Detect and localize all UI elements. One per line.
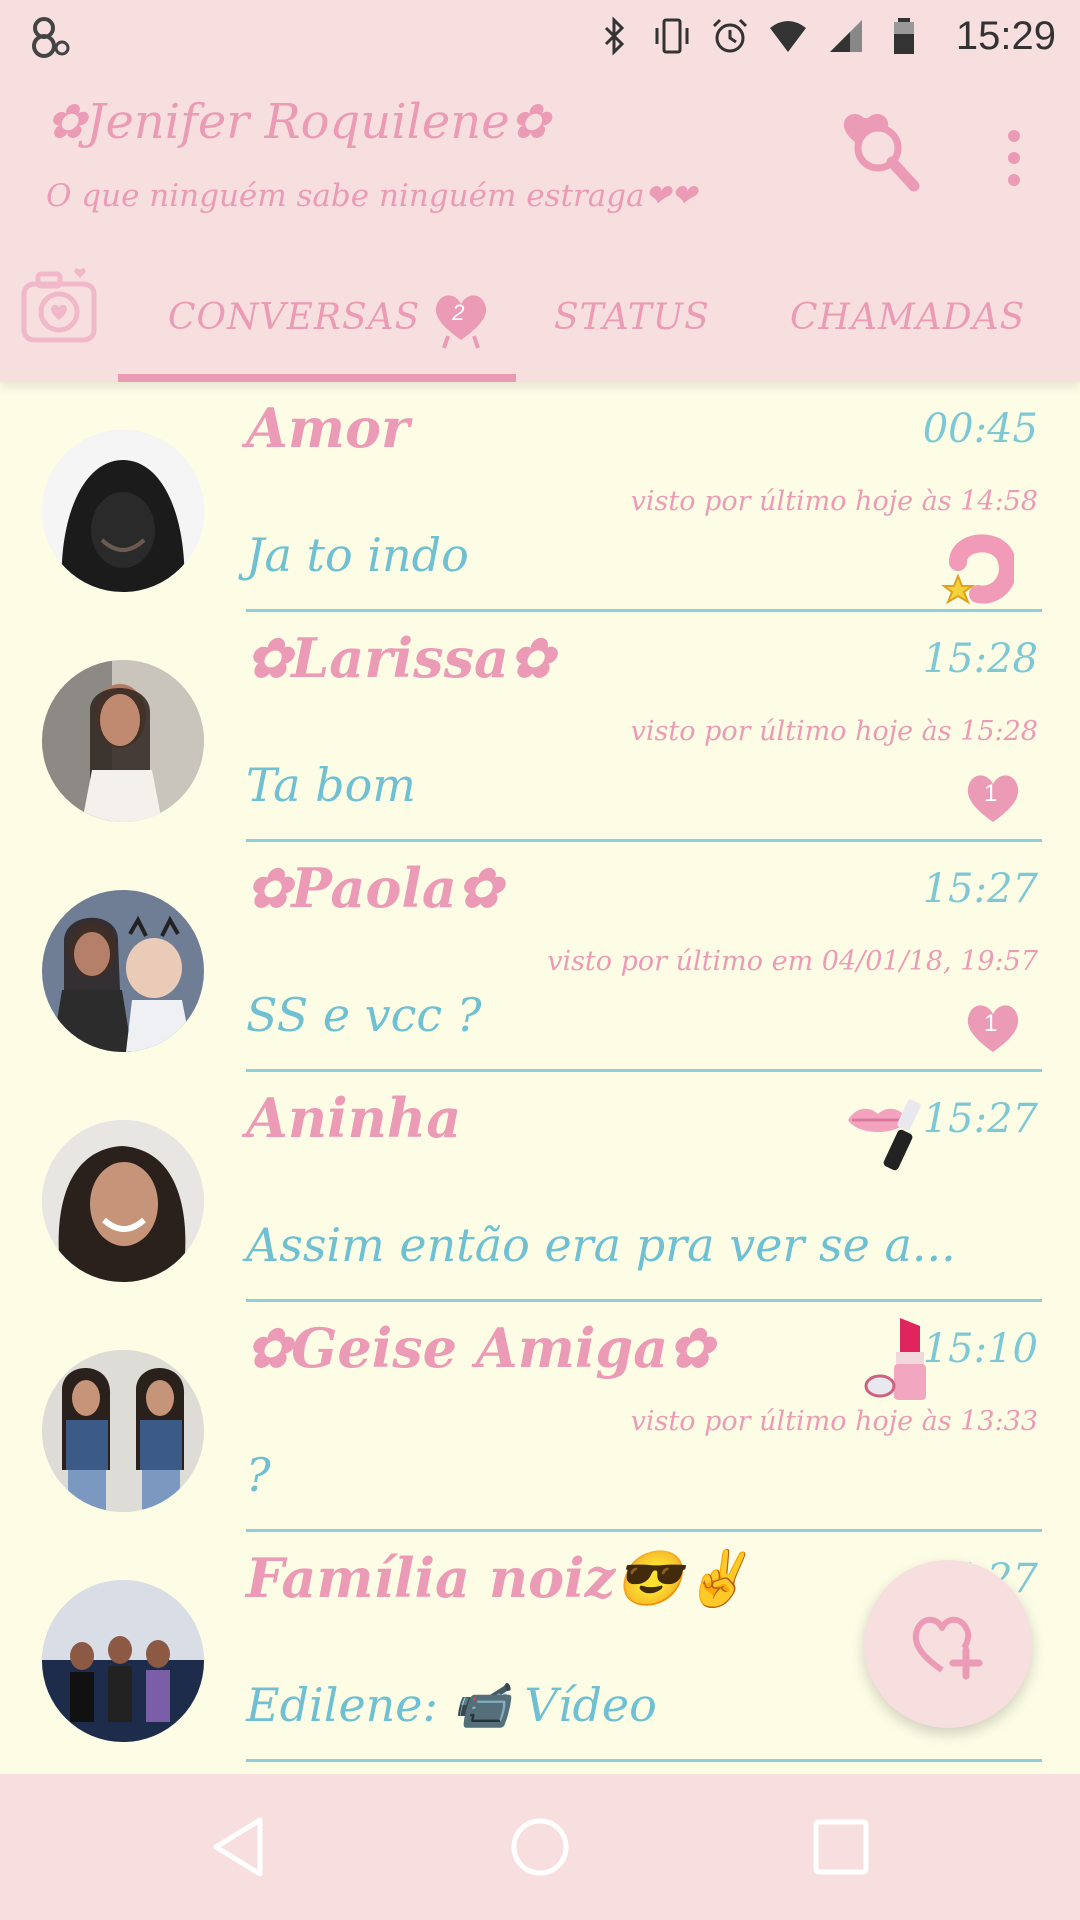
more-options-icon[interactable]	[1000, 128, 1028, 188]
last-message: Edilene: 📹 Vídeo	[246, 1678, 657, 1732]
avatar[interactable]	[42, 430, 204, 592]
bluetooth-icon	[604, 16, 625, 56]
camera-icon[interactable]	[20, 262, 100, 352]
heart-plus-icon	[912, 1616, 983, 1680]
last-message: ?	[246, 1448, 271, 1502]
tab-status[interactable]: STATUS	[554, 282, 710, 352]
lipstick-icon	[864, 1318, 926, 1400]
avatar[interactable]	[42, 1120, 204, 1282]
last-seen: visto por último hoje às 15:28	[630, 716, 1038, 747]
chat-row[interactable]: ✿Larissa✿ 15:28 visto por último hoje às…	[0, 612, 1080, 842]
chat-time: 15:10	[922, 1326, 1038, 1372]
chat-row[interactable]: ✿Paola✿ 15:27 visto por último em 04/01/…	[0, 842, 1080, 1072]
unread-badge: 1	[960, 766, 1026, 826]
app-title: ✿Jenifer Roquilene✿	[46, 94, 550, 150]
avatar[interactable]	[42, 660, 204, 822]
avatar[interactable]	[42, 1580, 204, 1742]
avatar-hooded-person	[42, 430, 204, 592]
chat-row[interactable]: ✿Geise Amiga✿ 15:10 visto por último hoj…	[0, 1302, 1080, 1532]
chat-time: 15:27	[922, 866, 1038, 912]
tab-status-label: STATUS	[554, 296, 710, 338]
chat-name: ✿Geise Amiga✿	[246, 1316, 714, 1380]
last-message: SS e vcc ?	[246, 988, 482, 1042]
chat-name: Aninha	[246, 1086, 462, 1150]
chat-row[interactable]: Aninha 15:27 Assim então era pra ver se …	[0, 1072, 1080, 1302]
last-seen: visto por último hoje às 14:58	[630, 486, 1038, 517]
signal-icon	[829, 20, 862, 52]
back-icon[interactable]	[206, 1814, 272, 1880]
tab-conversas-label: CONVERSAS	[168, 296, 421, 338]
chat-time: 15:28	[922, 636, 1038, 682]
search-icon[interactable]	[836, 108, 926, 198]
home-icon[interactable]	[507, 1814, 573, 1880]
unread-chats-heart-badge: 2	[428, 284, 494, 350]
alarm-icon	[712, 18, 747, 53]
active-tab-indicator	[118, 374, 516, 382]
app-subtitle: O que ninguém sabe ninguém estraga❤❤	[46, 178, 697, 214]
tab-chamadas[interactable]: CHAMADAS	[790, 282, 1025, 352]
avatar[interactable]	[42, 890, 204, 1052]
chat-time: 15:27	[922, 1096, 1038, 1142]
tab-chamadas-label: CHAMADAS	[790, 296, 1026, 338]
last-message: Ja to indo	[246, 528, 469, 582]
unread-chats-count: 2	[452, 300, 466, 325]
tab-conversas[interactable]: CONVERSAS 2	[168, 282, 494, 352]
avatar-photo	[42, 1580, 204, 1742]
last-message: Ta bom	[246, 758, 416, 812]
avatar-photo	[42, 1350, 204, 1512]
chat-name: ✿Paola✿	[246, 856, 503, 920]
last-message: Assim então era pra ver se a...	[246, 1218, 956, 1272]
last-seen: visto por último em 04/01/18, 19:57	[547, 946, 1038, 977]
status-clock: 15:29	[955, 13, 1056, 58]
app-bar: ✿Jenifer Roquilene✿ O que ninguém sabe n…	[0, 72, 1080, 382]
avatar[interactable]	[42, 1350, 204, 1512]
unread-count: 1	[984, 1010, 998, 1037]
chat-name: ✿Larissa✿	[246, 626, 555, 690]
last-seen: visto por último hoje às 13:33	[630, 1406, 1038, 1437]
avatar-photo	[42, 1120, 204, 1282]
notification-app-icon	[32, 17, 70, 58]
lips-lipstick-icon	[848, 1099, 921, 1171]
row-divider	[246, 1759, 1042, 1762]
avatar-photo	[42, 660, 204, 822]
wifi-icon	[769, 21, 806, 52]
navigation-bar	[0, 1774, 1080, 1920]
recents-icon[interactable]	[808, 1814, 874, 1880]
battery-icon	[893, 18, 914, 54]
chat-name: Família noiz😎✌	[246, 1546, 750, 1610]
unread-count: 1	[984, 780, 998, 807]
new-chat-button[interactable]	[864, 1560, 1032, 1728]
tab-bar: CONVERSAS 2 STATUS CHAMADAS	[0, 262, 1080, 382]
pink-ring-star-icon	[941, 534, 1014, 605]
chat-name: Amor	[246, 396, 410, 460]
chat-time: 00:45	[922, 406, 1038, 452]
status-bar: 15:29	[0, 0, 1080, 72]
avatar-photo	[42, 890, 204, 1052]
vibrate-icon	[655, 18, 689, 54]
chat-row[interactable]: Amor 00:45 visto por último hoje às 14:5…	[0, 382, 1080, 612]
unread-badge: 1	[960, 996, 1026, 1056]
